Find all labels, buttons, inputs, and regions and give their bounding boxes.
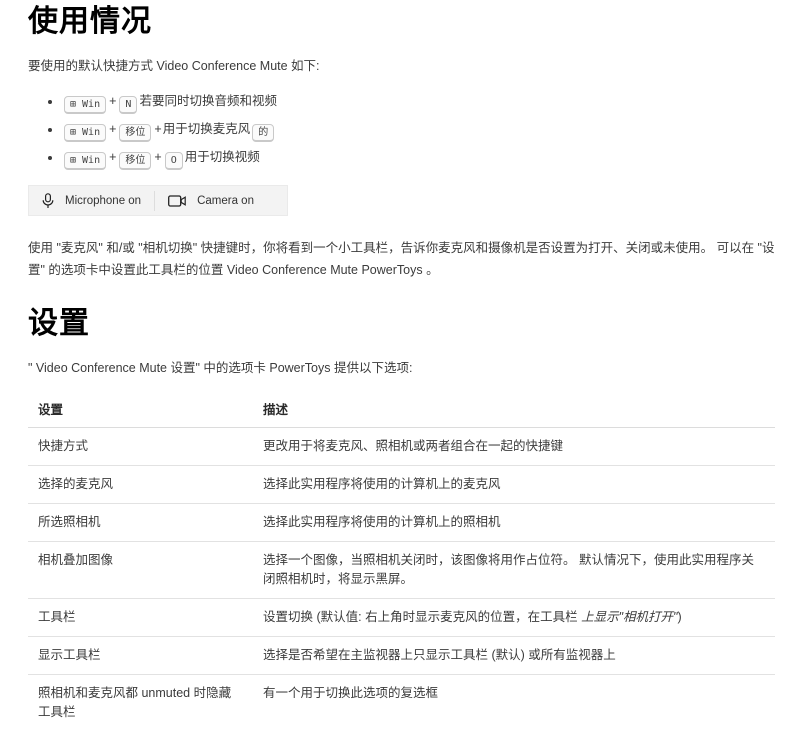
setting-description: 有一个用于切换此选项的复选框 (263, 686, 438, 700)
win-key: ⊞ Win (64, 152, 106, 170)
table-row-camera-overlay: 相机叠加图像 选择一个图像，当照相机关闭时，该图像将用作占位符。 默认情况下，使… (28, 542, 775, 599)
setting-description: 选择是否希望在主监视器上只显示工具栏 (默认) 或所有监视器上 (263, 648, 616, 662)
column-header-setting: 设置 (28, 390, 253, 428)
camera-icon (168, 195, 186, 207)
shortcut-item-audio-video: ⊞ Win+N若要同时切换音频和视频 (62, 93, 775, 114)
table-row-toolbar: 工具栏 设置切换 (默认值: 右上角时显示麦克风的位置，在工具栏 上显示"相机打… (28, 599, 775, 637)
plus-sign: + (109, 94, 116, 108)
microphone-icon (42, 193, 54, 209)
setting-name: 显示工具栏 (38, 648, 101, 662)
settings-table: 设置 描述 快捷方式 更改用于将麦克风、照相机或两者组合在一起的快捷键 选择的麦… (28, 390, 775, 731)
usage-intro: 要使用的默认快捷方式 Video Conference Mute 如下: (28, 57, 775, 76)
shortcut-list: ⊞ Win+N若要同时切换音频和视频 ⊞ Win+移位+用于切换麦克风的 ⊞ W… (28, 93, 775, 170)
setting-name: 选择的麦克风 (38, 477, 113, 491)
setting-name: 快捷方式 (38, 439, 88, 453)
settings-heading: 设置 (28, 306, 775, 342)
setting-description: 更改用于将麦克风、照相机或两者组合在一起的快捷键 (263, 439, 563, 453)
setting-description: 选择此实用程序将使用的计算机上的照相机 (263, 515, 501, 529)
column-header-description: 描述 (253, 390, 775, 428)
usage-heading: 使用情况 (28, 4, 775, 40)
setting-name: 所选照相机 (38, 515, 101, 529)
doc-content: 使用情况 要使用的默认快捷方式 Video Conference Mute 如下… (0, 4, 800, 731)
setting-description-end: ) (677, 610, 681, 624)
settings-intro: " Video Conference Mute 设置" 中的选项卡 PowerT… (28, 359, 775, 378)
shortcut-item-microphone: ⊞ Win+移位+用于切换麦克风的 (62, 121, 775, 142)
shift-key: 移位 (119, 124, 151, 142)
camera-status: Camera on (155, 186, 267, 215)
table-row-show-toolbar: 显示工具栏 选择是否希望在主监视器上只显示工具栏 (默认) 或所有监视器上 (28, 637, 775, 675)
setting-name: 工具栏 (38, 610, 76, 624)
microphone-status-label: Microphone on (65, 195, 141, 207)
win-key: ⊞ Win (64, 124, 106, 142)
shortcut-text: 用于切换视频 (185, 150, 260, 164)
usage-description: 使用 "麦克风" 和/或 "相机切换" 快捷键时，你将看到一个小工具栏，告诉你麦… (28, 237, 775, 281)
setting-description-italic: 上显示"相机打开" (581, 610, 677, 624)
plus-sign: + (154, 122, 161, 136)
plus-sign: + (109, 150, 116, 164)
setting-description: 设置切换 (默认值: 右上角时显示麦克风的位置，在工具栏 (263, 610, 581, 624)
a-key: 的 (252, 124, 274, 142)
shortcut-text: 若要同时切换音频和视频 (139, 94, 277, 108)
setting-name: 相机叠加图像 (38, 553, 113, 567)
shortcut-item-video: ⊞ Win+移位+O用于切换视频 (62, 149, 775, 170)
shift-key: 移位 (119, 152, 151, 170)
table-row-selected-microphone: 选择的麦克风 选择此实用程序将使用的计算机上的麦克风 (28, 466, 775, 504)
plus-sign: + (109, 122, 116, 136)
win-key: ⊞ Win (64, 96, 106, 114)
shortcut-text: 用于切换麦克风 (163, 122, 251, 136)
table-row-shortcut: 快捷方式 更改用于将麦克风、照相机或两者组合在一起的快捷键 (28, 428, 775, 466)
settings-table-header: 设置 描述 (28, 390, 775, 428)
setting-description: 选择一个图像，当照相机关闭时，该图像将用作占位符。 默认情况下，使用此实用程序关… (263, 553, 754, 586)
plus-sign: + (154, 150, 161, 164)
setting-name: 照相机和麦克风都 unmuted 时隐藏工具栏 (38, 686, 231, 719)
table-row-hide-toolbar-unmuted: 照相机和麦克风都 unmuted 时隐藏工具栏 有一个用于切换此选项的复选框 (28, 675, 775, 731)
setting-description: 选择此实用程序将使用的计算机上的麦克风 (263, 477, 501, 491)
table-row-selected-camera: 所选照相机 选择此实用程序将使用的计算机上的照相机 (28, 504, 775, 542)
microphone-status: Microphone on (29, 186, 154, 215)
toolbar-preview: Microphone on Camera on (28, 185, 288, 216)
o-key: O (165, 152, 183, 170)
camera-status-label: Camera on (197, 195, 254, 207)
n-key: N (119, 96, 137, 114)
